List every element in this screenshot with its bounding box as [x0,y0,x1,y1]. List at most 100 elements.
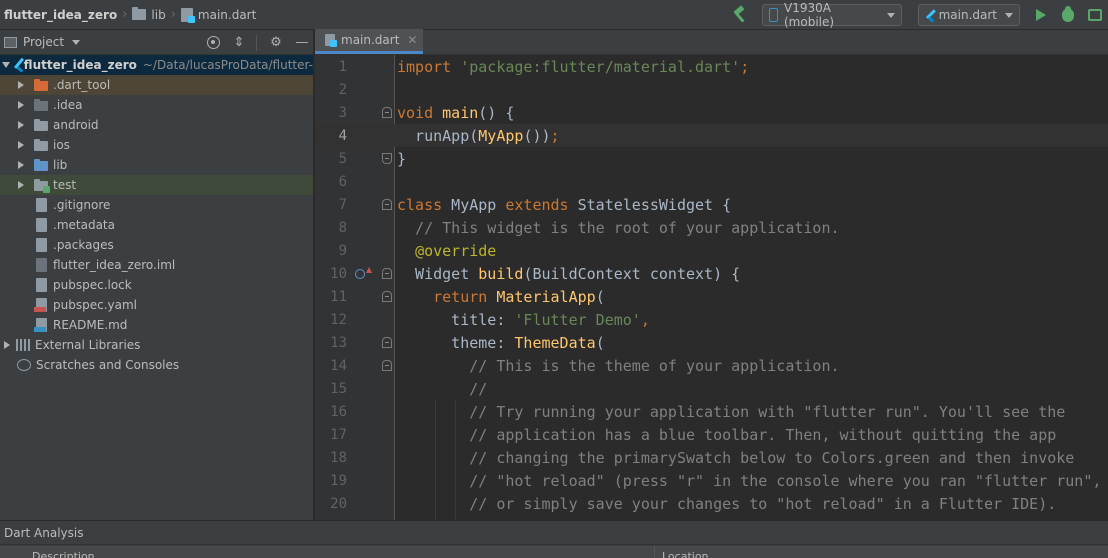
code-line-12[interactable]: 12 title: 'Flutter Demo', [315,308,1108,331]
tree-item-ios[interactable]: ios [0,135,313,155]
dart-analysis-panel: Dart Analysis Description Location [0,520,1108,558]
tree-item-lib[interactable]: lib [0,155,313,175]
code-line-20[interactable]: 20 // or simply save your changes to "ho… [315,492,1108,515]
column-header-location[interactable]: Location [662,550,709,558]
tree-item-pubspec-lock[interactable]: pubspec.lock [0,275,313,295]
fold-icon[interactable] [382,360,392,371]
tree-item-packages[interactable]: .packages [0,235,313,255]
tree-item-dart-tool[interactable]: .dart_tool [0,75,313,95]
tree-item-gitignore[interactable]: .gitignore [0,195,313,215]
project-icon [4,36,17,48]
file-icon [36,198,47,212]
project-panel-title[interactable]: Project [23,35,64,49]
breadcrumb-project[interactable]: flutter_idea_zero › [4,7,132,22]
folder-icon [34,79,48,91]
line-number: 15 [330,380,347,397]
tree-item-idea[interactable]: .idea [0,95,313,115]
code-line-1[interactable]: 1 import 'package:flutter/material.dart'… [315,55,1108,78]
tree-item-label: .idea [53,98,83,112]
fold-icon[interactable] [382,107,392,118]
code-line-15[interactable]: 15 // [315,377,1108,400]
file-icon [36,278,47,292]
fold-icon[interactable] [382,268,392,279]
dart-file-icon [325,34,337,47]
chevron-right-icon[interactable] [4,341,10,349]
chevron-right-icon[interactable] [18,121,24,129]
device-selector[interactable]: V1930A (mobile) [762,1,902,29]
column-header-description[interactable]: Description [32,550,95,558]
override-marker-icon[interactable] [355,266,372,279]
tree-item-pubspec-yaml[interactable]: pubspec.yaml [0,295,313,315]
code-line-13[interactable]: 13 theme: ThemeData( [315,331,1108,354]
column-divider[interactable] [654,546,655,558]
chevron-right-icon[interactable] [18,161,24,169]
tree-root[interactable]: flutter_idea_zero ~/Data/lucasProData/fl… [0,55,313,75]
chevron-right-icon[interactable] [18,181,24,189]
code-line-5[interactable]: 5 } [315,147,1108,170]
chevron-right-icon[interactable] [18,81,24,89]
line-number: 11 [330,288,347,305]
chevron-down-icon[interactable] [72,39,81,45]
run-icon[interactable] [1036,9,1046,21]
fold-icon[interactable] [382,337,392,348]
tree-root-path: ~/Data/lucasProData/flutter- [142,58,313,72]
tree-root-label: flutter_idea_zero [23,58,137,72]
code-text: // [469,379,488,398]
editor-tabs: main.dart ✕ [315,29,1108,55]
chevron-right-icon: › [122,7,128,22]
tree-item-scratches[interactable]: Scratches and Consoles [0,355,313,375]
tree-item-external-libraries[interactable]: External Libraries [0,335,313,355]
code-line-7[interactable]: 7 class MyApp extends StatelessWidget { [315,193,1108,216]
code-line-2[interactable]: 2 [315,78,1108,101]
breadcrumb-file[interactable]: main.dart [180,7,256,23]
run-configuration-selector[interactable]: main.dart [918,4,1020,26]
code-line-19[interactable]: 19 // "hot reload" (press "r" in the con… [315,469,1108,492]
folder-icon [34,119,48,131]
code-line-18[interactable]: 18 // changing the primarySwatch below t… [315,446,1108,469]
dart-analysis-title[interactable]: Dart Analysis [0,521,1108,545]
code-line-11[interactable]: 11 return MaterialApp( [315,285,1108,308]
hide-panel-icon[interactable]: — [295,35,309,50]
locate-file-icon[interactable] [207,36,220,49]
fold-icon[interactable] [382,291,392,302]
line-number: 13 [330,334,347,351]
tab-main-dart[interactable]: main.dart ✕ [315,29,424,54]
collapse-all-icon[interactable]: ⇕ [232,35,246,50]
code-line-9[interactable]: 9 @override [315,239,1108,262]
tree-item-iml[interactable]: flutter_idea_zero.iml [0,255,313,275]
folder-icon [132,7,147,20]
code-line-10[interactable]: 10 Widget build(BuildContext context) { [315,262,1108,285]
code-area[interactable]: 1 import 'package:flutter/material.dart'… [315,55,1108,520]
attach-icon[interactable] [1088,9,1102,21]
test-folder-icon [34,179,50,193]
gear-icon[interactable]: ⚙ [269,35,283,50]
build-hammer-icon[interactable] [730,6,748,24]
code-line-4[interactable]: 4 runApp(MyApp()); [315,124,1108,147]
analysis-table-header: Description Location [0,546,1108,558]
tree-item-label: .packages [53,238,114,252]
chevron-right-icon[interactable] [18,141,24,149]
code-line-14[interactable]: 14 // This is the theme of your applicat… [315,354,1108,377]
code-text: Widget build(BuildContext context) { [397,264,741,283]
code-line-8[interactable]: 8 // This widget is the root of your app… [315,216,1108,239]
fold-icon[interactable] [382,199,392,210]
code-line-16[interactable]: 16 // Try running your application with … [315,400,1108,423]
code-text: @override [415,241,497,260]
tree-item-test[interactable]: test [0,175,313,195]
code-line-17[interactable]: 17 // application has a blue toolbar. Th… [315,423,1108,446]
tree-item-label: .dart_tool [53,78,111,92]
fold-icon[interactable] [382,153,392,164]
project-panel: Project ⇕ ⚙ — flutter_idea_zero ~/Data/l… [0,30,314,520]
breadcrumb-folder[interactable]: lib › [132,7,181,22]
line-number: 3 [338,104,347,121]
tree-item-android[interactable]: android [0,115,313,135]
code-line-3[interactable]: 3 void main() { [315,101,1108,124]
code-text: return MaterialApp( [433,287,605,306]
code-line-6[interactable]: 6 [315,170,1108,193]
chevron-right-icon[interactable] [18,101,24,109]
tree-item-readme[interactable]: README.md [0,315,313,335]
debug-icon[interactable] [1062,5,1074,22]
close-icon[interactable]: ✕ [407,33,417,47]
chevron-down-icon[interactable] [2,62,11,68]
tree-item-metadata[interactable]: .metadata [0,215,313,235]
